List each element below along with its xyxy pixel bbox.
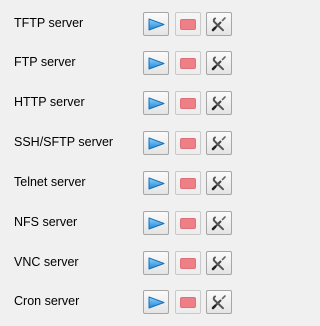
play-icon [148, 137, 165, 150]
tools-icon [211, 255, 227, 271]
service-settings-button[interactable] [206, 290, 232, 314]
service-row: FTP server [0, 42, 245, 82]
stop-service-button[interactable] [175, 131, 201, 155]
start-service-button[interactable] [143, 51, 169, 75]
service-settings-button[interactable] [206, 91, 232, 115]
start-service-button[interactable] [143, 211, 169, 235]
servers-panel: TFTP server FTP server HTTP server SSH/S… [0, 0, 245, 326]
stop-icon [180, 296, 196, 308]
stop-service-button[interactable] [175, 251, 201, 275]
service-row: Telnet server [0, 162, 245, 202]
play-icon [148, 177, 165, 190]
stop-icon [180, 257, 196, 269]
tools-icon [211, 294, 227, 310]
service-row: Cron server [0, 281, 245, 321]
tools-icon [211, 16, 227, 32]
start-service-button[interactable] [143, 171, 169, 195]
stop-service-button[interactable] [175, 12, 201, 36]
stop-service-button[interactable] [175, 51, 201, 75]
tools-icon [211, 95, 227, 111]
service-row: TFTP server [0, 3, 245, 43]
service-name-label: FTP server [14, 55, 76, 69]
stop-service-button[interactable] [175, 211, 201, 235]
play-icon [148, 217, 165, 230]
start-service-button[interactable] [143, 290, 169, 314]
service-name-label: VNC server [14, 255, 79, 269]
service-row: HTTP server [0, 82, 245, 122]
service-settings-button[interactable] [206, 171, 232, 195]
service-settings-button[interactable] [206, 131, 232, 155]
play-icon [148, 257, 165, 270]
start-service-button[interactable] [143, 12, 169, 36]
stop-icon [180, 97, 196, 109]
stop-service-button[interactable] [175, 171, 201, 195]
start-service-button[interactable] [143, 91, 169, 115]
service-name-label: TFTP server [14, 16, 84, 30]
service-settings-button[interactable] [206, 211, 232, 235]
service-name-label: HTTP server [14, 95, 85, 109]
service-settings-button[interactable] [206, 51, 232, 75]
service-row: SSH/SFTP server [0, 122, 245, 162]
tools-icon [211, 135, 227, 151]
service-name-label: NFS server [14, 215, 78, 229]
play-icon [148, 296, 165, 309]
service-row: VNC server [0, 242, 245, 282]
service-name-label: Cron server [14, 294, 80, 308]
stop-icon [180, 137, 196, 149]
stop-icon [180, 217, 196, 229]
play-icon [148, 57, 165, 70]
service-settings-button[interactable] [206, 12, 232, 36]
play-icon [148, 18, 165, 31]
service-name-label: Telnet server [14, 175, 86, 189]
stop-icon [180, 57, 196, 69]
service-settings-button[interactable] [206, 251, 232, 275]
stop-icon [180, 177, 196, 189]
start-service-button[interactable] [143, 251, 169, 275]
tools-icon [211, 175, 227, 191]
play-icon [148, 97, 165, 110]
service-name-label: SSH/SFTP server [14, 135, 114, 149]
tools-icon [211, 55, 227, 71]
tools-icon [211, 215, 227, 231]
service-row: NFS server [0, 202, 245, 242]
stop-icon [180, 18, 196, 30]
stop-service-button[interactable] [175, 290, 201, 314]
stop-service-button[interactable] [175, 91, 201, 115]
start-service-button[interactable] [143, 131, 169, 155]
